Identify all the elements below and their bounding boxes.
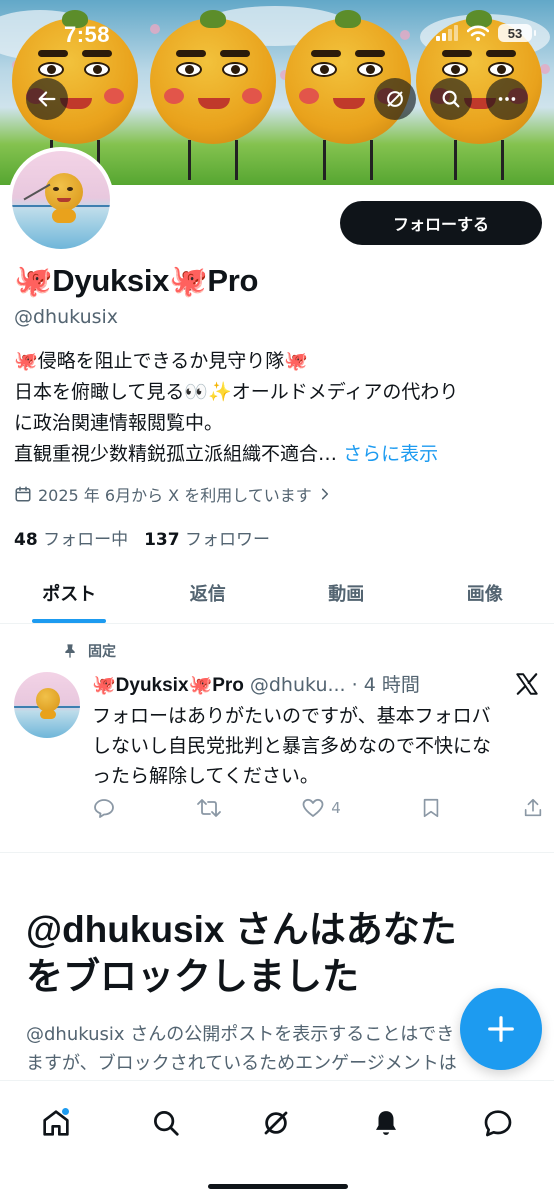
bottom-navigation (0, 1080, 554, 1199)
profile-bio: 🐙侵略を阻止できるか見守り隊🐙 日本を俯瞰して見る👀✨オールドメディアの代わり … (14, 346, 544, 470)
more-button[interactable] (486, 78, 528, 120)
post-divider (0, 852, 554, 853)
nav-search[interactable] (144, 1101, 188, 1145)
tab-images[interactable]: 画像 (416, 562, 554, 623)
mascot-2 (150, 10, 276, 180)
bell-icon (376, 1111, 396, 1135)
profile-handle: @dhukusix (14, 306, 119, 328)
status-time: 7:58 (64, 22, 111, 47)
reply-icon (94, 799, 114, 818)
post-text-line: しないし自民党批判と暴言多めなので不快にな (92, 735, 492, 757)
grok-icon (264, 1111, 288, 1135)
post-text-line: ったら解除してください。 (92, 765, 319, 787)
nav-home[interactable] (34, 1101, 78, 1145)
x-logo-icon[interactable] (514, 671, 540, 697)
grok-icon (387, 91, 403, 107)
show-more-link[interactable]: さらに表示 (343, 443, 438, 465)
bio-line: 日本を俯瞰して見る👀✨オールドメディアの代わり (14, 381, 459, 403)
repost-button[interactable] (196, 796, 222, 820)
pin-icon (65, 644, 75, 658)
chevron-right-icon (321, 488, 328, 500)
compose-button[interactable] (460, 988, 542, 1070)
nav-notifications[interactable] (364, 1101, 408, 1145)
blocked-desc-line: ますが、ブロックされているためエンゲージメントは (26, 1053, 457, 1074)
status-icons: 53 (436, 24, 536, 42)
bookmark-icon (424, 798, 439, 818)
followers-count-link[interactable]: 137 フォロワー (144, 525, 270, 550)
profile-display-name: 🐙Dyuksix🐙Pro (14, 263, 259, 298)
tab-videos[interactable]: 動画 (277, 562, 416, 623)
more-icon (498, 97, 516, 101)
joined-text: 2025 年 6月から X を利用しています (38, 486, 312, 505)
home-notification-dot (61, 1107, 70, 1116)
post-text: フォローはありがたいのですが、基本フォロバ しないし自民党批判と暴言多めなので不… (92, 701, 542, 791)
followers-count: 137 (144, 530, 180, 550)
nav-messages[interactable] (476, 1101, 520, 1145)
profile-tabs: ポスト 返信 動画 画像 (0, 562, 554, 624)
following-count-link[interactable]: 48 フォロー中 (14, 525, 128, 550)
message-icon (484, 1110, 512, 1137)
post-text-line: フォローはありがたいのですが、基本フォロバ (92, 705, 491, 727)
profile-avatar[interactable] (8, 147, 114, 253)
post-author-name[interactable]: 🐙Dyuksix🐙Pro (92, 673, 244, 697)
bio-line: に政治関連情報閲覧中。 (14, 412, 224, 434)
repost-icon (196, 799, 221, 817)
follow-button[interactable]: フォローする (340, 201, 542, 245)
follow-counts: 48 フォロー中 137 フォロワー (14, 525, 270, 550)
grok-button[interactable] (374, 78, 416, 120)
search-button[interactable] (430, 78, 472, 120)
heart-icon (302, 798, 324, 817)
share-button[interactable] (522, 796, 544, 820)
search-icon (154, 1111, 179, 1136)
reply-button[interactable] (92, 796, 116, 820)
bio-line: 直観重視少数精鋭孤立派組織不適合… さらに表示 (14, 439, 544, 470)
bio-line: 🐙侵略を阻止できるか見守り隊🐙 (14, 350, 308, 372)
post-author-handle: @dhuku... (249, 674, 346, 696)
like-count: 4 (331, 799, 341, 817)
home-indicator (208, 1184, 348, 1189)
signal-icon (436, 25, 458, 41)
joined-date[interactable]: 2025 年 6月から X を利用しています (14, 482, 332, 506)
search-icon (442, 90, 460, 108)
back-arrow-icon (38, 91, 56, 107)
post-time: · 4 時間 (351, 674, 420, 696)
wifi-icon (467, 25, 489, 41)
blocked-desc-line: @dhukusix さんの公開ポストを表示することはでき (26, 1024, 455, 1045)
bio-truncated-line: 直観重視少数精鋭孤立派組織不適合… (14, 443, 338, 465)
blocked-title: @dhukusix さんはあなた をブロックしました (26, 906, 526, 1000)
pinned-label: 固定 (88, 644, 116, 660)
following-count: 48 (14, 530, 38, 550)
calendar-icon (15, 486, 31, 502)
following-label: フォロー中 (43, 530, 129, 550)
followers-label: フォロワー (184, 530, 270, 550)
tab-replies[interactable]: 返信 (139, 562, 278, 623)
like-button[interactable]: 4 (301, 796, 341, 820)
plus-icon (488, 1016, 514, 1042)
post-header: 🐙Dyuksix🐙Pro @dhuku... · 4 時間 (92, 670, 472, 697)
pinned-indicator: 固定 (62, 641, 116, 661)
back-button[interactable] (26, 78, 68, 120)
blocked-title-line: をブロックしました (26, 956, 359, 997)
blocked-description: @dhukusix さんの公開ポストを表示することはでき ますが、ブロックされて… (26, 1020, 526, 1080)
nav-grok[interactable] (254, 1101, 298, 1145)
post-author-avatar[interactable] (14, 672, 80, 738)
battery-indicator: 53 (498, 24, 536, 42)
blocked-title-line: @dhukusix さんはあなた (26, 909, 457, 950)
tab-posts[interactable]: ポスト (0, 562, 139, 623)
share-icon (524, 798, 542, 817)
post-actions: 4 (92, 796, 544, 820)
bookmark-button[interactable] (420, 796, 442, 820)
